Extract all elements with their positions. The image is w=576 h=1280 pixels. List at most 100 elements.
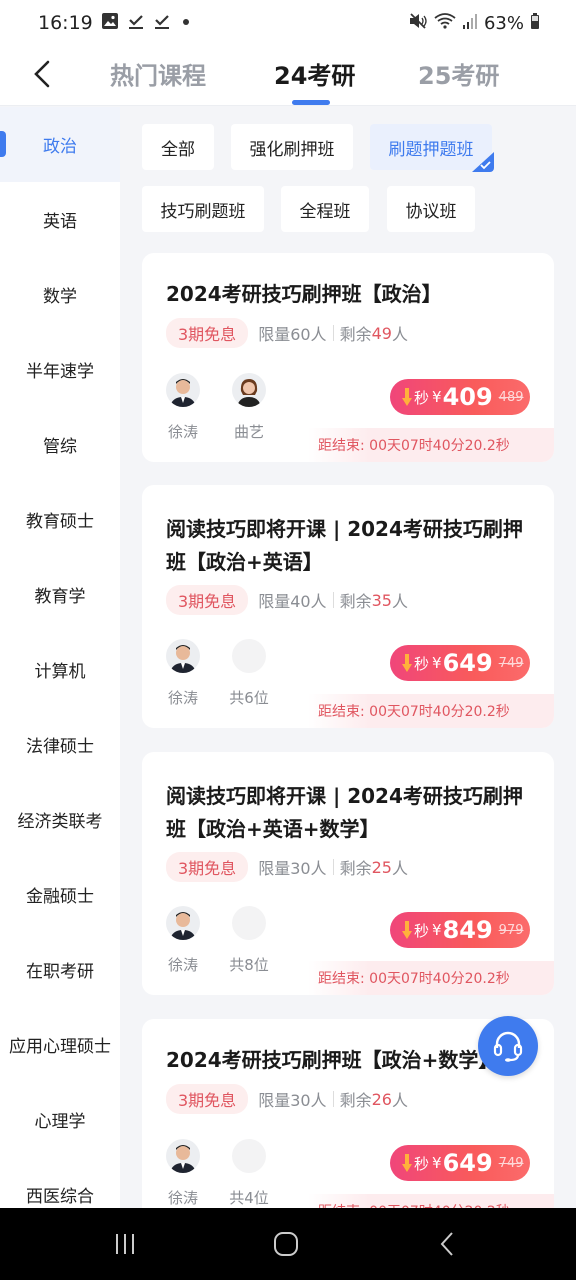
countdown-timer: 距结束: 00天07时40分20.2秒 bbox=[308, 694, 554, 728]
teacher-count-item[interactable]: 共8位 bbox=[229, 906, 269, 975]
selected-check-icon bbox=[472, 152, 494, 172]
tab-24-kaoyan[interactable]: 24考研 bbox=[274, 56, 355, 91]
subject-sidebar: 政治 英语 数学 半年速学 管综 教育硕士 教育学 计算机 法律硕士 经济类联考… bbox=[0, 107, 120, 1208]
home-icon bbox=[274, 1232, 298, 1256]
remaining-label: 剩余 bbox=[339, 1091, 372, 1110]
installment-badge: 3期免息 bbox=[166, 585, 249, 615]
countdown-timer: 距结束: 00天07时40分20.2秒 bbox=[308, 428, 554, 462]
teacher-name: 徐涛 bbox=[167, 1189, 198, 1207]
course-title: 阅读技巧即将开课 | 2024考研技巧刷押班【政治+英语+数学】 bbox=[166, 784, 523, 841]
sidebar-item-label: 计算机 bbox=[34, 662, 86, 682]
installment-badge: 3期免息 bbox=[166, 852, 249, 882]
image-icon bbox=[101, 12, 119, 35]
download-done-icon bbox=[153, 12, 171, 35]
currency-symbol: ¥ bbox=[432, 921, 442, 939]
sidebar-item-label: 心理学 bbox=[34, 1112, 86, 1132]
flash-sale-price-button[interactable]: 秒 ¥ 649 749 bbox=[390, 1145, 530, 1181]
sidebar-item-management[interactable]: 管综 bbox=[0, 407, 120, 482]
teacher-item[interactable]: 徐涛 bbox=[164, 639, 202, 708]
currency-symbol: ¥ bbox=[432, 1154, 442, 1172]
sidebar-item-in-service[interactable]: 在职考研 bbox=[0, 932, 120, 1007]
sidebar-item-half-year[interactable]: 半年速学 bbox=[0, 332, 120, 407]
sidebar-item-applied-psychology[interactable]: 应用心理硕士 bbox=[0, 1007, 120, 1082]
customer-service-button[interactable] bbox=[478, 1016, 538, 1076]
down-arrow-icon bbox=[402, 921, 412, 939]
back-button[interactable] bbox=[22, 54, 62, 94]
sidebar-item-psychology[interactable]: 心理学 bbox=[0, 1082, 120, 1157]
teacher-count-item[interactable]: 共4位 bbox=[229, 1139, 269, 1208]
active-indicator bbox=[0, 131, 6, 157]
teacher-name: 徐涛 bbox=[167, 423, 198, 441]
remaining-unit: 人 bbox=[391, 1091, 408, 1110]
sidebar-item-label: 应用心理硕士 bbox=[9, 1037, 111, 1057]
status-bar: 16:19 63% bbox=[0, 0, 576, 46]
remaining-label: 剩余 bbox=[339, 325, 372, 344]
enrollment-limit: 限量60人 bbox=[258, 325, 327, 344]
teacher-name: 徐涛 bbox=[167, 689, 198, 707]
teacher-avatar bbox=[166, 639, 200, 673]
sidebar-item-western-medicine[interactable]: 西医综合 bbox=[0, 1157, 120, 1208]
sidebar-item-law-master[interactable]: 法律硕士 bbox=[0, 707, 120, 782]
sidebar-item-math[interactable]: 数学 bbox=[0, 257, 120, 332]
sidebar-item-pedagogy[interactable]: 教育学 bbox=[0, 557, 120, 632]
sidebar-item-label: 政治 bbox=[43, 137, 77, 157]
wifi-icon bbox=[434, 12, 456, 35]
placeholder-avatar bbox=[232, 906, 266, 940]
teacher-list: 徐涛 共6位 bbox=[164, 639, 269, 708]
sidebar-item-label: 在职考研 bbox=[26, 962, 94, 982]
course-title: 2024考研技巧刷押班【政治】 bbox=[166, 282, 442, 306]
chevron-left-icon bbox=[34, 60, 50, 88]
remaining-count: 35 bbox=[371, 590, 392, 610]
teacher-avatar bbox=[166, 1139, 200, 1173]
battery-percent: 63% bbox=[483, 12, 524, 34]
sidebar-item-finance-master[interactable]: 金融硕士 bbox=[0, 857, 120, 932]
placeholder-avatar bbox=[232, 639, 266, 673]
teacher-item[interactable]: 曲艺 bbox=[230, 373, 268, 442]
flash-sale-price-button[interactable]: 秒 ¥ 409 489 bbox=[390, 379, 530, 415]
filter-chip-technique[interactable]: 技巧刷题班 bbox=[142, 186, 264, 232]
countdown-timer: 距结束: 00天07时40分20.2秒 bbox=[308, 961, 554, 995]
filter-chip-all[interactable]: 全部 bbox=[142, 124, 214, 170]
filter-chip-full-course[interactable]: 全程班 bbox=[281, 186, 369, 232]
sidebar-item-politics[interactable]: 政治 bbox=[0, 107, 120, 182]
flash-sale-price-button[interactable]: 秒 ¥ 849 979 bbox=[390, 912, 530, 948]
sidebar-item-label: 管综 bbox=[43, 437, 77, 457]
currency-symbol: ¥ bbox=[432, 388, 442, 406]
tab-hot-courses[interactable]: 热门课程 bbox=[110, 56, 206, 91]
course-card[interactable]: 阅读技巧即将开课 | 2024考研技巧刷押班【政治+英语+数学】 3期免息 限量… bbox=[142, 752, 554, 995]
filter-chip-intensive[interactable]: 强化刷押班 bbox=[231, 124, 353, 170]
down-arrow-icon bbox=[402, 388, 412, 406]
remaining-count: 49 bbox=[371, 323, 392, 343]
course-card[interactable]: 阅读技巧即将开课 | 2024考研技巧刷押班【政治+英语】 3期免息 限量40人… bbox=[142, 485, 554, 728]
teacher-item[interactable]: 徐涛 bbox=[164, 1139, 202, 1208]
installment-badge: 3期免息 bbox=[166, 318, 249, 348]
filter-chip-practice-predict[interactable]: 刷题押题班 bbox=[370, 124, 494, 172]
enrollment-limit: 限量40人 bbox=[258, 592, 327, 611]
divider bbox=[332, 592, 334, 608]
teacher-count-item[interactable]: 共6位 bbox=[229, 639, 269, 708]
mute-icon bbox=[408, 12, 428, 35]
back-icon bbox=[440, 1232, 453, 1256]
sidebar-item-english[interactable]: 英语 bbox=[0, 182, 120, 257]
filter-chip-agreement[interactable]: 协议班 bbox=[387, 186, 475, 232]
status-time: 16:19 bbox=[38, 12, 93, 34]
home-button[interactable] bbox=[266, 1226, 306, 1262]
sidebar-item-economics[interactable]: 经济类联考 bbox=[0, 782, 120, 857]
flash-sale-price-button[interactable]: 秒 ¥ 649 749 bbox=[390, 645, 530, 681]
teacher-item[interactable]: 徐涛 bbox=[164, 906, 202, 975]
teacher-avatar bbox=[232, 373, 266, 407]
teacher-item[interactable]: 徐涛 bbox=[164, 373, 202, 442]
sidebar-item-label: 金融硕士 bbox=[26, 887, 94, 907]
teacher-name: 曲艺 bbox=[233, 423, 264, 441]
sidebar-item-education-master[interactable]: 教育硕士 bbox=[0, 482, 120, 557]
course-card[interactable]: 2024考研技巧刷押班【政治】 3期免息 限量60人 剩余 49 人 徐涛 曲艺 秒… bbox=[142, 253, 554, 462]
tab-25-kaoyan[interactable]: 25考研 bbox=[418, 56, 499, 91]
sidebar-item-computer[interactable]: 计算机 bbox=[0, 632, 120, 707]
down-arrow-icon bbox=[402, 654, 412, 672]
system-back-button[interactable] bbox=[428, 1226, 468, 1262]
countdown-timer: 距结束: 00天07时40分20.2秒 bbox=[308, 1194, 554, 1208]
installment-badge: 3期免息 bbox=[166, 1084, 249, 1114]
download-done-icon bbox=[127, 12, 145, 35]
recent-apps-button[interactable] bbox=[105, 1226, 145, 1262]
teacher-name: 徐涛 bbox=[167, 956, 198, 974]
